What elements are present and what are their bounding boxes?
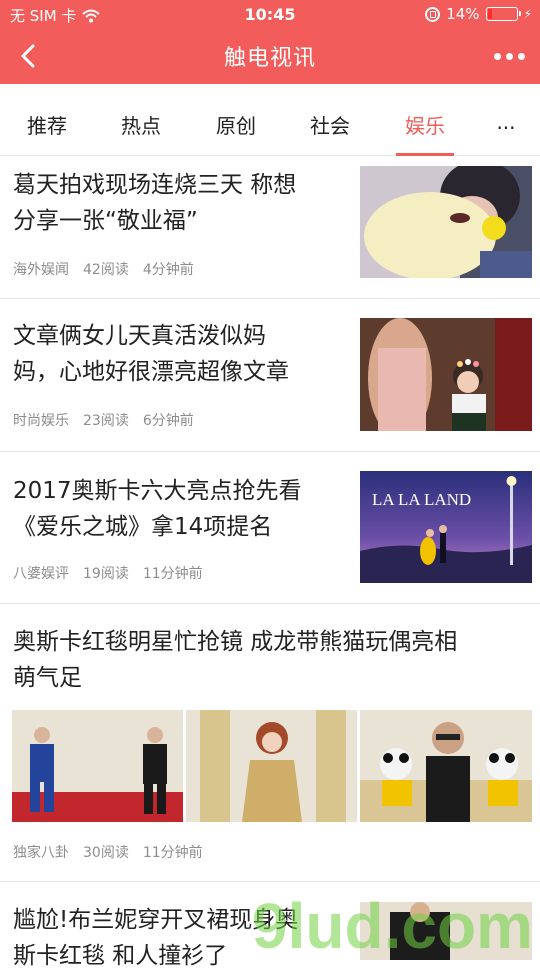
article-meta: 海外娱闻 42阅读 4分钟前: [13, 259, 194, 279]
article-item[interactable]: 尴尬!布兰妮穿开叉裙现身奥 斯卡红毯 和人撞衫了: [0, 882, 540, 969]
charging-bolt-icon: ⚡: [523, 7, 532, 21]
article-thumbnail[interactable]: [360, 902, 532, 960]
tab-society[interactable]: 社会: [290, 110, 370, 139]
article-thumbnail[interactable]: [12, 710, 183, 822]
article-title-line: 2017奥斯卡六大亮点抢先看: [13, 478, 302, 504]
article-reads: 42阅读: [83, 262, 129, 278]
article-time: 11分钟前: [142, 845, 203, 861]
article-source: 八婆娱评: [13, 566, 69, 582]
article-title: 2017奥斯卡六大亮点抢先看 《爱乐之城》拿14项提名: [13, 473, 302, 545]
thumbnail-text: LA LA LAND: [372, 490, 471, 509]
article-title-line: 文章俩女儿天真活泼似妈: [13, 323, 266, 349]
article-time: 4分钟前: [142, 262, 194, 278]
article-reads: 30阅读: [83, 845, 129, 861]
category-tabs: 推荐 热点 原创 社会 娱乐 ...: [0, 84, 540, 156]
battery-icon: [485, 7, 521, 21]
article-thumbnail[interactable]: [360, 166, 532, 278]
page-title: 触电视讯: [223, 46, 316, 71]
article-meta: 时尚娱乐 23阅读 6分钟前: [13, 410, 194, 430]
article-reads: 19阅读: [83, 566, 129, 582]
article-title-line: 尴尬!布兰妮穿开叉裙现身奥: [13, 907, 299, 933]
article-item[interactable]: 葛天拍戏现场连烧三天 称想 分享一张“敬业福” 海外娱闻 42阅读 4分钟前: [0, 156, 540, 299]
nav-bar: 触电视讯: [0, 28, 540, 84]
article-item[interactable]: 2017奥斯卡六大亮点抢先看 《爱乐之城》拿14项提名 八婆娱评 19阅读 11…: [0, 452, 540, 604]
article-thumbnail[interactable]: [360, 710, 532, 822]
app-header: 无 SIM 卡 10:45 14% ⚡ 触电视讯: [0, 0, 540, 84]
article-thumbnail[interactable]: [360, 318, 532, 431]
article-time: 6分钟前: [142, 413, 194, 429]
more-button[interactable]: [486, 38, 532, 74]
article-reads: 23阅读: [83, 413, 129, 429]
rotation-lock-icon: [425, 6, 441, 22]
article-thumbnail[interactable]: LA LA LAND: [360, 471, 532, 583]
article-title-line: 葛天拍戏现场连烧三天 称想: [13, 172, 297, 198]
tab-entertainment[interactable]: 娱乐: [385, 110, 465, 139]
article-item[interactable]: 奥斯卡红毯明星忙抢镜 成龙带熊猫玩偶亮相 萌气足 独家八卦 30阅读 11分钟前: [0, 604, 540, 882]
tab-recommend[interactable]: 推荐: [7, 110, 87, 139]
article-thumbnail[interactable]: [186, 710, 357, 822]
article-title: 葛天拍戏现场连烧三天 称想 分享一张“敬业福”: [13, 167, 296, 239]
article-item[interactable]: 文章俩女儿天真活泼似妈 妈，心地好很漂亮超像文章 时尚娱乐 23阅读 6分钟前: [0, 299, 540, 452]
battery-percent: 14%: [446, 5, 480, 23]
tab-original[interactable]: 原创: [196, 110, 276, 139]
article-title-line: 奥斯卡红毯明星忙抢镜 成龙带熊猫玩偶亮相: [13, 629, 458, 655]
article-title: 奥斯卡红毯明星忙抢镜 成龙带熊猫玩偶亮相 萌气足: [13, 624, 457, 696]
article-source: 海外娱闻: [13, 262, 69, 278]
tab-hot[interactable]: 热点: [101, 110, 181, 139]
tab-more[interactable]: ...: [466, 110, 540, 134]
article-title-line: 萌气足: [13, 665, 82, 691]
article-source: 时尚娱乐: [13, 413, 69, 429]
article-title-line: 妈，心地好很漂亮超像文章: [13, 359, 289, 385]
status-right: 14% ⚡: [425, 5, 532, 23]
article-meta: 独家八卦 30阅读 11分钟前: [13, 842, 203, 862]
more-dots-icon: [493, 52, 501, 60]
more-dots-icon: [505, 52, 513, 60]
article-title-line: 《爱乐之城》拿14项提名: [13, 514, 273, 540]
article-meta: 八婆娱评 19阅读 11分钟前: [13, 563, 203, 583]
article-title-line: 分享一张“敬业福”: [13, 208, 198, 234]
article-source: 独家八卦: [13, 845, 69, 861]
battery-fill: [487, 9, 492, 19]
more-dots-icon: [517, 52, 525, 60]
article-title-line: 斯卡红毯 和人撞衫了: [13, 943, 228, 969]
article-title: 尴尬!布兰妮穿开叉裙现身奥 斯卡红毯 和人撞衫了: [13, 902, 298, 974]
article-time: 11分钟前: [142, 566, 203, 582]
article-title: 文章俩女儿天真活泼似妈 妈，心地好很漂亮超像文章: [13, 318, 289, 390]
status-bar: 无 SIM 卡 10:45 14% ⚡: [0, 0, 540, 28]
